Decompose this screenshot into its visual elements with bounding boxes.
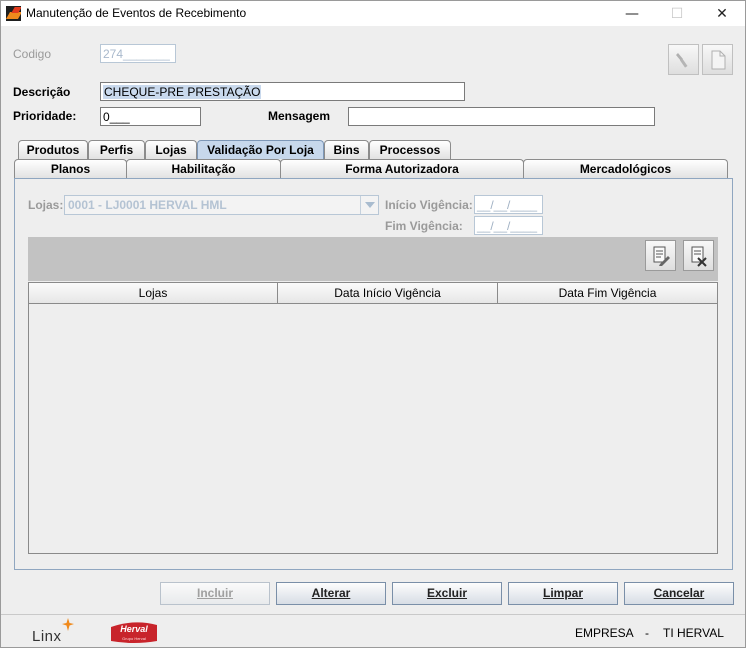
descricao-field[interactable]: CHEQUE-PRE PRESTAÇÃO xyxy=(100,82,465,101)
application-window: Manutenção de Eventos de Recebimento — ☐… xyxy=(0,0,746,648)
delete-document-icon xyxy=(691,246,707,267)
codigo-field[interactable]: 274_______ xyxy=(100,44,176,63)
column-header-data-fim[interactable]: Data Fim Vigência xyxy=(498,283,718,304)
linx-logo: Linx xyxy=(32,618,74,645)
maximize-button[interactable]: ☐ xyxy=(654,1,700,26)
empresa-label: EMPRESA xyxy=(575,626,634,640)
tab-forma-autorizadora[interactable]: Forma Autorizadora xyxy=(280,159,524,178)
app-logo-icon xyxy=(6,6,21,21)
herval-logo-text: Herval xyxy=(120,624,148,634)
limpar-button-label: Limpar xyxy=(542,586,583,600)
tab-lojas[interactable]: Lojas xyxy=(145,140,197,159)
column-header-data-inicio[interactable]: Data Início Vigência xyxy=(278,283,498,304)
minimize-button[interactable]: — xyxy=(609,1,655,26)
grid-header: Lojas Data Início Vigência Data Fim Vigê… xyxy=(29,283,719,304)
incluir-button[interactable]: Incluir xyxy=(160,582,270,605)
empresa-separator: - xyxy=(645,626,649,640)
lojas-select[interactable]: 0001 - LJ0001 HERVAL HML xyxy=(64,195,379,215)
close-button[interactable]: ✕ xyxy=(699,1,745,26)
tab-perfis[interactable]: Perfis xyxy=(88,140,145,159)
title-bar: Manutenção de Eventos de Recebimento — ☐… xyxy=(1,1,745,26)
document-icon xyxy=(711,50,725,69)
tab-planos[interactable]: Planos xyxy=(14,159,127,178)
linx-logo-text: Linx xyxy=(32,628,62,645)
excluir-button-label: Excluir xyxy=(426,586,468,600)
herval-logo-subtext: Grupo Herval xyxy=(122,636,146,641)
alterar-button-label: Alterar xyxy=(311,586,351,600)
tab-mercadologicos[interactable]: Mercadológicos xyxy=(523,159,728,178)
descricao-value: CHEQUE-PRE PRESTAÇÃO xyxy=(103,85,262,99)
cancelar-button[interactable]: Cancelar xyxy=(624,582,734,605)
prioridade-mask: ___ xyxy=(109,110,130,124)
tab-produtos[interactable]: Produtos xyxy=(18,140,88,159)
tab-bins[interactable]: Bins xyxy=(324,140,369,159)
lojas-select-value: 0001 - LJ0001 HERVAL HML xyxy=(68,198,227,212)
descricao-label: Descrição xyxy=(13,85,71,99)
column-header-lojas[interactable]: Lojas xyxy=(29,283,278,304)
limpar-button[interactable]: Limpar xyxy=(508,582,618,605)
empresa-value: TI HERVAL xyxy=(663,626,724,640)
herval-logo: Herval Grupo Herval xyxy=(109,619,159,645)
search-tool-button[interactable] xyxy=(668,44,699,75)
lojas-grid[interactable]: Lojas Data Início Vigência Data Fim Vigê… xyxy=(28,282,718,554)
cancelar-button-label: Cancelar xyxy=(653,586,705,600)
edit-document-icon xyxy=(653,246,670,266)
alterar-button[interactable]: Alterar xyxy=(276,582,386,605)
window-title: Manutenção de Eventos de Recebimento xyxy=(26,6,247,20)
prioridade-field[interactable]: 0___ xyxy=(100,107,201,126)
incluir-button-label: Incluir xyxy=(196,586,233,600)
tab-validacao-por-loja[interactable]: Validação Por Loja xyxy=(197,140,324,159)
edit-row-button[interactable] xyxy=(645,240,676,271)
excluir-button[interactable]: Excluir xyxy=(392,582,502,605)
inicio-vigencia-label: Início Vigência: xyxy=(385,198,473,212)
inicio-vigencia-field[interactable]: __/__/____ xyxy=(474,195,543,214)
tab-processos[interactable]: Processos xyxy=(369,140,451,159)
lojas-label: Lojas: xyxy=(28,198,64,212)
tab-habilitacao[interactable]: Habilitação xyxy=(126,159,281,178)
wand-icon xyxy=(675,52,688,68)
prioridade-label: Prioridade: xyxy=(13,109,77,123)
linx-spark-icon xyxy=(62,618,74,631)
fim-vigencia-field[interactable]: __/__/____ xyxy=(474,216,543,235)
grid-toolbar xyxy=(28,237,718,281)
mensagem-field[interactable] xyxy=(348,107,655,126)
fim-vigencia-label: Fim Vigência: xyxy=(385,219,463,233)
herval-logo-icon: Herval Grupo Herval xyxy=(111,622,157,643)
prioridade-value: 0 xyxy=(103,110,110,124)
codigo-label: Codigo xyxy=(13,47,52,61)
mensagem-label: Mensagem xyxy=(268,109,331,123)
chevron-down-icon[interactable] xyxy=(360,196,378,214)
delete-row-button[interactable] xyxy=(683,240,714,271)
new-document-button[interactable] xyxy=(702,44,733,75)
